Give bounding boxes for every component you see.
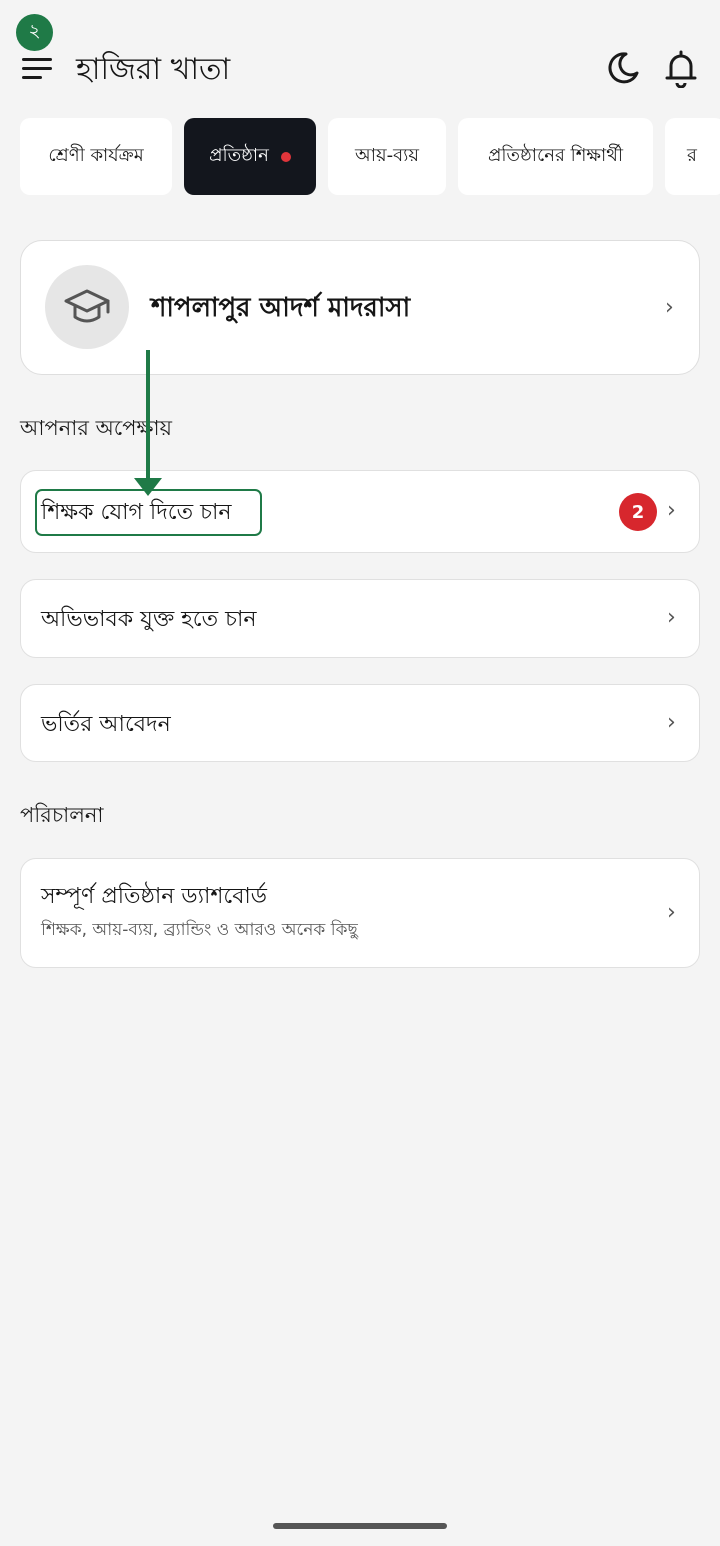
institution-name: শাপলাপুর আদর্শ মাদরাসা [151, 293, 411, 323]
tab-class-activities[interactable]: শ্রেণী কার্যক্রম [20, 118, 172, 195]
tab-institution-students[interactable]: প্রতিষ্ঠানের শিক্ষার্থী [458, 118, 653, 195]
tab-label: প্রতিষ্ঠান [209, 145, 269, 166]
institution-avatar [45, 265, 129, 349]
hamburger-menu-icon[interactable] [22, 56, 56, 80]
full-dashboard-card[interactable]: সম্পূর্ণ প্রতিষ্ঠান ড্যাশবোর্ড শিক্ষক, আ… [20, 858, 700, 968]
annotation-arrow-head [134, 478, 162, 496]
list-item-label: ভর্তির আবেদন [41, 712, 171, 737]
admission-applications[interactable]: ভর্তির আবেদন › [20, 684, 700, 762]
chevron-right-icon: › [667, 498, 676, 523]
tab-label: প্রতিষ্ঠানের শিক্ষার্থী [487, 145, 624, 166]
chevron-right-icon: › [667, 605, 676, 630]
management-section-title: পরিচালনা [20, 803, 104, 827]
bell-icon[interactable] [662, 48, 700, 88]
chevron-right-icon: › [667, 900, 676, 925]
app-title: হাজিরা খাতা [76, 52, 231, 87]
tab-label: আয়-ব্যয় [355, 145, 419, 166]
dashboard-title: সম্পূর্ণ প্রতিষ্ঠান ড্যাশবোর্ড [41, 884, 268, 909]
list-item-label: শিক্ষক যোগ দিতে চান [41, 500, 232, 525]
moon-icon[interactable] [604, 49, 642, 87]
tab-label: শ্রেণী কার্যক্রম [48, 145, 144, 166]
graduation-cap-icon [64, 289, 110, 323]
list-item-label: অভিভাবক যুক্ত হতে চান [41, 607, 257, 632]
pending-guardian-requests[interactable]: অভিভাবক যুক্ত হতে চান › [20, 579, 700, 658]
home-indicator[interactable] [273, 1523, 447, 1529]
tab-income-expense[interactable]: আয়-ব্যয় [328, 118, 446, 195]
notification-dot [280, 151, 291, 162]
step-number-badge: ২ [16, 14, 53, 51]
chevron-right-icon: › [665, 295, 674, 320]
count-badge: 2 [619, 493, 657, 531]
chevron-right-icon: › [667, 710, 676, 735]
tab-label: র [687, 145, 697, 166]
tab-partial[interactable]: র [665, 118, 720, 195]
category-tabs: শ্রেণী কার্যক্রম প্রতিষ্ঠান আয়-ব্যয় প্… [20, 118, 720, 196]
dashboard-subtitle: শিক্ষক, আয়-ব্যয়, ব্র্যান্ডিং ও আরও অনে… [41, 920, 358, 940]
pending-teacher-requests[interactable]: শিক্ষক যোগ দিতে চান 2 › [20, 470, 700, 553]
institution-card[interactable]: শাপলাপুর আদর্শ মাদরাসা › [20, 240, 700, 375]
annotation-arrow [146, 350, 150, 482]
tab-institution[interactable]: প্রতিষ্ঠান [184, 118, 316, 195]
